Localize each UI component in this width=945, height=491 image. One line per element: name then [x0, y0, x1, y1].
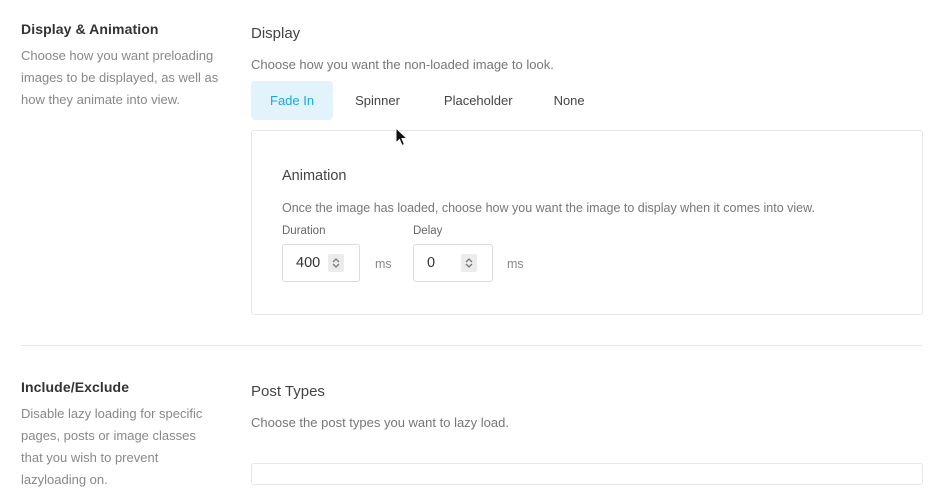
- chevron-down-icon[interactable]: [464, 263, 474, 269]
- tab-spinner[interactable]: Spinner: [333, 81, 420, 120]
- post-types-panel: [251, 463, 923, 485]
- animation-description: Once the image has loaded, choose how yo…: [282, 201, 815, 215]
- section-divider: [21, 345, 922, 346]
- post-types-description: Choose the post types you want to lazy l…: [251, 415, 509, 430]
- display-animation-title: Display & Animation: [21, 21, 159, 37]
- animation-heading: Animation: [282, 168, 347, 184]
- duration-stepper[interactable]: [328, 254, 344, 272]
- animation-panel: Animation Once the image has loaded, cho…: [251, 130, 923, 315]
- chevron-down-icon[interactable]: [331, 263, 341, 269]
- display-heading: Display: [251, 25, 301, 42]
- tab-placeholder[interactable]: Placeholder: [420, 81, 533, 120]
- duration-value[interactable]: 400: [283, 255, 328, 271]
- include-exclude-title: Include/Exclude: [21, 379, 130, 395]
- post-types-heading: Post Types: [251, 383, 325, 400]
- display-tabs: Fade In Spinner Placeholder None: [251, 81, 605, 120]
- delay-unit: ms: [507, 257, 524, 271]
- duration-input[interactable]: 400: [282, 244, 360, 282]
- delay-value[interactable]: 0: [414, 255, 461, 271]
- delay-stepper[interactable]: [461, 254, 477, 272]
- display-description: Choose how you want the non-loaded image…: [251, 57, 554, 72]
- tab-none[interactable]: None: [533, 81, 605, 120]
- duration-unit: ms: [375, 257, 392, 271]
- include-exclude-description: Disable lazy loading for specific pages,…: [21, 406, 203, 487]
- delay-input[interactable]: 0: [413, 244, 493, 282]
- display-animation-description: Choose how you want preloading images to…: [21, 48, 219, 107]
- duration-label: Duration: [282, 225, 326, 237]
- tab-fade-in[interactable]: Fade In: [251, 81, 334, 120]
- mouse-pointer-icon: [395, 127, 409, 147]
- delay-label: Delay: [413, 225, 443, 237]
